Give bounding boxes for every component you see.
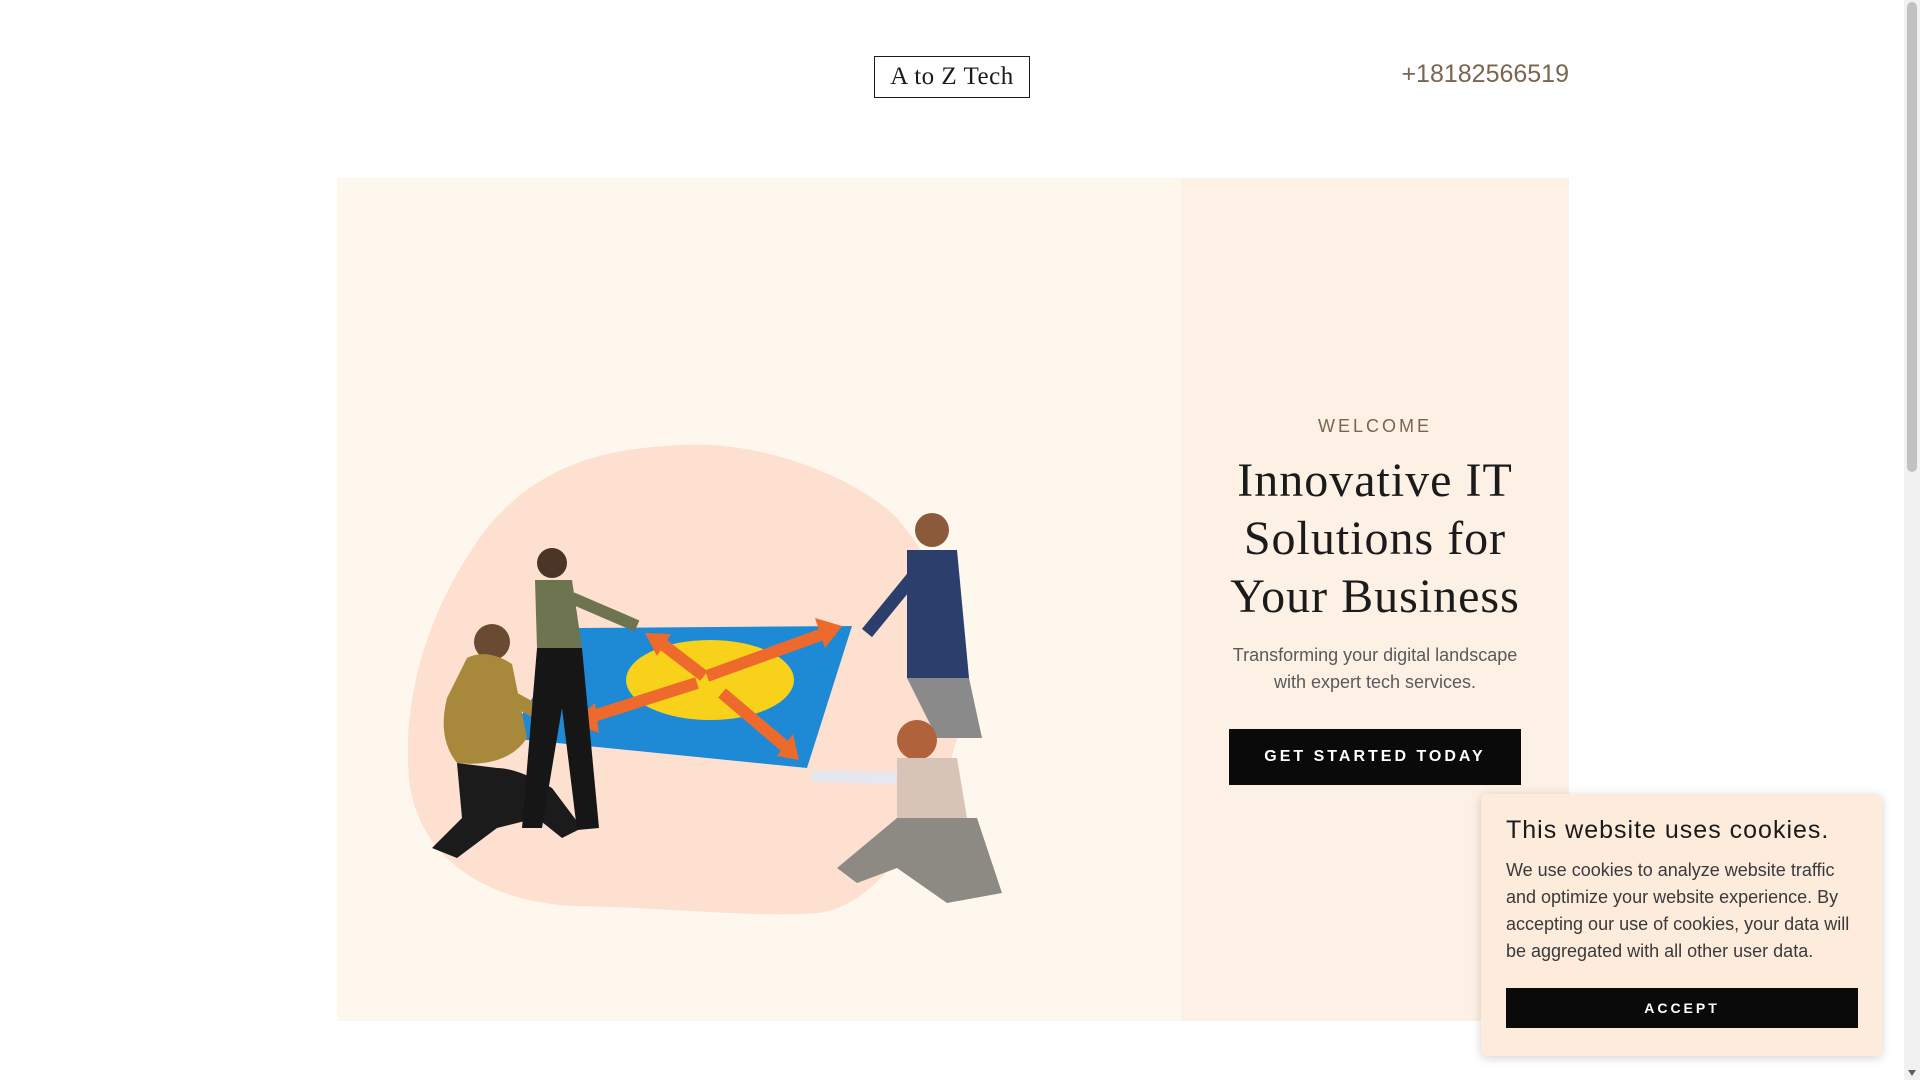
cookie-banner: This website uses cookies. We use cookie…	[1481, 794, 1882, 1056]
cookie-text: We use cookies to analyze website traffi…	[1506, 860, 1850, 961]
page-scrollbar[interactable]	[1904, 0, 1920, 1080]
hero-illustration	[407, 444, 1002, 915]
hero-image	[337, 178, 1181, 1021]
scroll-down-arrow-icon[interactable]	[1908, 1070, 1916, 1076]
scrollbar-thumb[interactable]	[1907, 2, 1917, 472]
accept-cookies-button[interactable]: ACCEPT	[1506, 988, 1858, 1028]
page: A to Z Tech +18182566519 WELCOME Innovat…	[0, 0, 1920, 1080]
cookie-title: This website uses cookies.	[1506, 816, 1830, 844]
welcome-eyebrow: WELCOME	[1317, 416, 1432, 436]
hero-section: WELCOME Innovative IT Solutions for Your…	[337, 178, 1569, 1021]
hero-subtitle: Transforming your digital landscape with…	[1232, 645, 1518, 692]
get-started-button[interactable]: GET STARTED TODAY	[1229, 729, 1521, 785]
hero-title: Innovative IT Solutions for Your Busines…	[1230, 454, 1520, 623]
phone-link[interactable]: +18182566519	[1401, 60, 1569, 89]
site-logo[interactable]: A to Z Tech	[874, 56, 1030, 98]
